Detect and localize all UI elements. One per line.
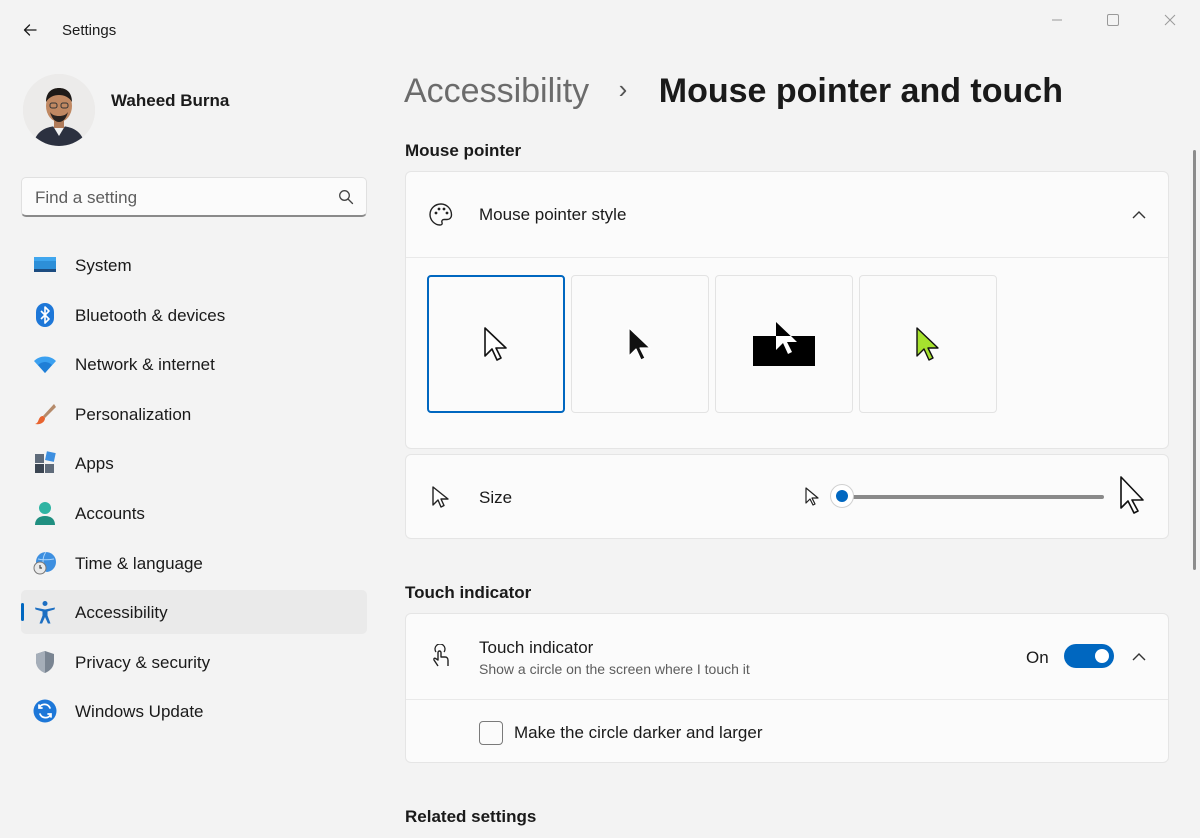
white-cursor-icon: [484, 327, 507, 361]
time-language-icon: [33, 551, 56, 575]
minimize-icon: [1052, 19, 1062, 21]
system-icon: [34, 257, 56, 272]
sidebar-item-label: Accessibility: [75, 603, 168, 623]
sidebar-item-privacy[interactable]: Privacy & security: [21, 640, 367, 684]
pointer-size-slider-thumb[interactable]: [830, 484, 854, 508]
pointer-style-black[interactable]: [571, 275, 709, 413]
title-bar: Settings: [0, 0, 1200, 60]
large-cursor-icon: [1120, 476, 1144, 514]
brush-icon: [35, 403, 56, 424]
section-title-touch-indicator: Touch indicator: [405, 583, 532, 602]
minimize-button[interactable]: [1037, 8, 1077, 32]
sidebar-item-bluetooth[interactable]: Bluetooth & devices: [21, 293, 367, 337]
slider-thumb-dot: [836, 490, 848, 502]
sidebar-nav: System Bluetooth & devices Network & int…: [21, 243, 367, 739]
sidebar-item-label: Bluetooth & devices: [75, 305, 226, 325]
touch-indicator-toggle[interactable]: [1064, 644, 1114, 668]
section-title-mouse-pointer: Mouse pointer: [405, 141, 522, 160]
section-title-related-settings: Related settings: [405, 807, 537, 826]
small-cursor-icon: [805, 487, 819, 506]
divider: [406, 257, 1168, 258]
palette-icon: [429, 203, 453, 226]
breadcrumb: Accessibility › Mouse pointer and touch: [404, 72, 1063, 111]
search-placeholder: Find a setting: [35, 188, 138, 207]
divider: [406, 699, 1168, 700]
pointer-size-card: Size: [405, 454, 1169, 539]
apps-icon: [35, 451, 56, 474]
maximize-button[interactable]: [1093, 8, 1133, 32]
pointer-size-icon: [432, 486, 449, 508]
chevron-up-icon[interactable]: [1131, 649, 1147, 665]
toggle-state-label: On: [1026, 648, 1049, 667]
touch-indicator-card: Touch indicator Show a circle on the scr…: [405, 613, 1169, 763]
sidebar-item-label: Apps: [75, 454, 114, 474]
sidebar-item-label: System: [75, 256, 132, 275]
size-label: Size: [479, 488, 513, 507]
bluetooth-icon: [36, 302, 54, 327]
sidebar-item-windows-update[interactable]: Windows Update: [21, 689, 367, 733]
close-icon: [1164, 14, 1176, 26]
sidebar-item-accounts[interactable]: Accounts: [21, 491, 367, 535]
mouse-pointer-style-card: Mouse pointer style: [405, 171, 1169, 449]
sidebar-item-label: Network & internet: [75, 355, 215, 375]
pointer-size-slider-track[interactable]: [842, 495, 1104, 499]
scrollbar[interactable]: [1193, 150, 1196, 570]
search-input[interactable]: Find a setting: [21, 177, 367, 217]
shield-icon: [36, 650, 54, 673]
sidebar-item-accessibility[interactable]: Accessibility: [21, 590, 367, 635]
sidebar-item-label: Windows Update: [75, 702, 204, 722]
pointer-style-custom[interactable]: [859, 275, 997, 413]
sidebar-item-personalization[interactable]: Personalization: [21, 392, 367, 436]
touch-indicator-description: Show a circle on the screen where I touc…: [479, 661, 750, 677]
sidebar-item-label: Time & language: [75, 553, 203, 573]
sidebar-item-label: Accounts: [75, 503, 145, 523]
back-button[interactable]: [14, 16, 46, 44]
mouse-pointer-style-label: Mouse pointer style: [479, 205, 627, 224]
back-arrow-icon: [23, 24, 37, 36]
sidebar-item-network[interactable]: Network & internet: [21, 342, 367, 386]
close-button[interactable]: [1150, 8, 1190, 32]
black-cursor-icon: [628, 327, 651, 361]
sidebar-item-label: Privacy & security: [75, 652, 211, 672]
mouse-pointer-style-header[interactable]: Mouse pointer style: [406, 172, 1168, 257]
pointer-style-inverted[interactable]: [715, 275, 853, 413]
breadcrumb-parent[interactable]: Accessibility: [404, 72, 589, 110]
custom-color-cursor-icon: [916, 327, 939, 361]
sidebar-item-apps[interactable]: Apps: [21, 441, 367, 485]
darker-circle-checkbox[interactable]: [479, 721, 503, 745]
maximize-icon: [1107, 14, 1119, 26]
avatar[interactable]: [23, 74, 95, 146]
sidebar-item-system[interactable]: System: [21, 243, 367, 287]
search-icon[interactable]: [338, 189, 354, 205]
page-title: Mouse pointer and touch: [658, 72, 1063, 110]
toggle-knob: [1095, 649, 1109, 663]
wifi-icon: [34, 356, 56, 374]
breadcrumb-separator: ›: [618, 74, 628, 104]
sidebar-item-label: Personalization: [75, 404, 192, 424]
sidebar-item-time-language[interactable]: Time & language: [21, 541, 367, 585]
chevron-up-icon[interactable]: [1131, 207, 1147, 223]
accessibility-icon: [35, 601, 55, 624]
touch-indicator-label: Touch indicator: [479, 638, 594, 657]
window-title: Settings: [62, 22, 117, 39]
accounts-icon: [35, 501, 55, 525]
update-icon: [33, 699, 57, 723]
user-photo: [23, 74, 95, 146]
inverted-cursor-icon: [753, 322, 815, 366]
pointer-style-white[interactable]: [427, 275, 565, 413]
touch-icon: [433, 644, 449, 667]
user-name: Waheed Burna: [111, 91, 230, 110]
darker-circle-label: Make the circle darker and larger: [514, 723, 763, 742]
